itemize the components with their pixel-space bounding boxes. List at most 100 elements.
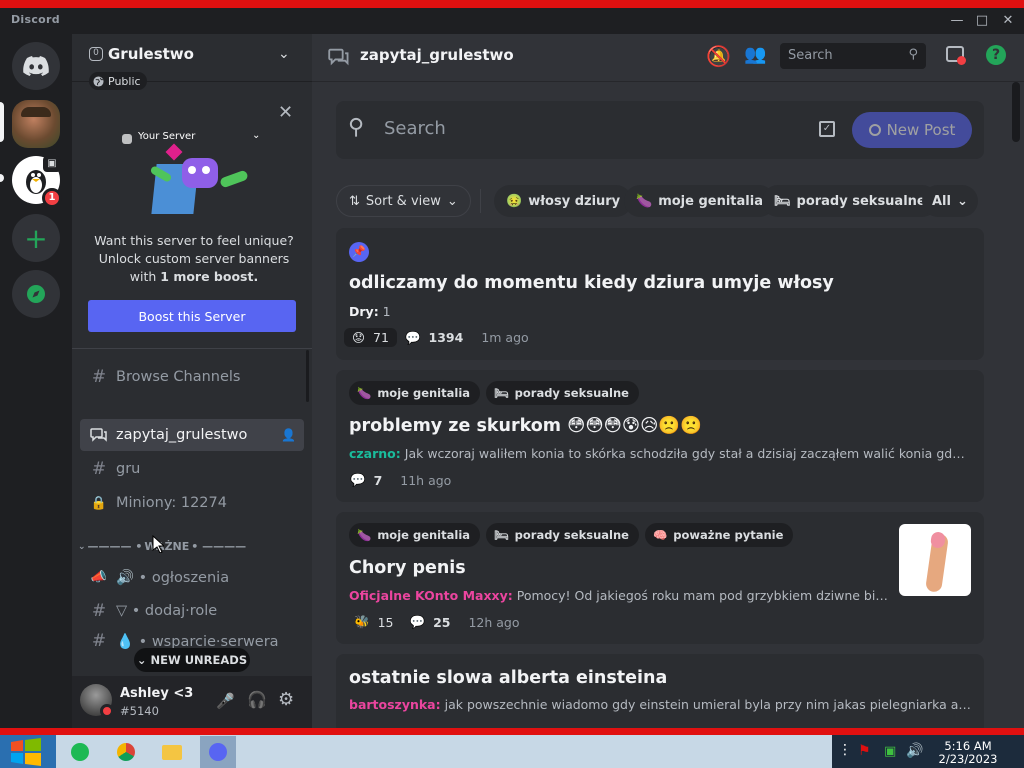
forum-icon <box>90 428 107 442</box>
tag-filter-label: włosy dziury <box>528 193 621 209</box>
forum-post[interactable]: ostatnie slowa alberta einsteina bartosz… <box>336 654 984 734</box>
eggplant-icon: 🍆 <box>636 193 653 209</box>
reaction-count: 15 <box>377 614 394 630</box>
new-post-button[interactable]: New Post <box>852 112 972 148</box>
forum-post[interactable]: 🍆 moje genitalia 🛏 porady seksualne 🧠 poważne… <box>336 512 984 644</box>
close-window-icon[interactable]: ✕ <box>997 12 1019 30</box>
add-member-icon[interactable]: 👤 <box>281 428 296 442</box>
reply-icon: 💬 <box>409 614 426 629</box>
post-thumbnail[interactable] <box>899 524 971 596</box>
tag-label: poważne pytanie <box>673 528 784 542</box>
new-unreads-button[interactable]: ⌄ NEW UNREADS <box>134 648 250 672</box>
chevron-down-icon[interactable]: ⌄ <box>278 46 290 62</box>
channel-gru[interactable]: # gru <box>80 453 304 485</box>
category-decoration: ———— • <box>87 540 143 553</box>
server-icon-grulestwo[interactable] <box>12 100 60 148</box>
sort-label: Sort & view <box>365 193 441 209</box>
post-meta: 🐝 15 💬 25 12h ago <box>354 614 520 630</box>
forum-post[interactable]: 📌 odliczamy do momentu kiedy dziura umyj… <box>336 228 984 360</box>
globe-icon <box>93 75 104 87</box>
post-preview-text: Pomocy! Od jakiegoś roku mam pod grzybki… <box>512 588 889 603</box>
discord-home-button[interactable] <box>12 42 60 90</box>
user-tag: #5140 <box>120 704 159 718</box>
boost-line-3-text: with <box>129 269 161 284</box>
nauseated-face-icon: 🤢 <box>506 193 523 209</box>
checkbox-icon[interactable]: ✓ <box>819 121 835 137</box>
post-time: 12h ago <box>468 614 520 630</box>
channel-title: zapytaj_grulestwo <box>360 46 514 64</box>
announcement-icon: 📣 <box>90 569 108 585</box>
mic-icon[interactable]: 🎤 <box>216 692 235 710</box>
chrome-icon[interactable] <box>108 736 144 768</box>
minimize-icon[interactable]: — <box>946 12 968 30</box>
windows-start-icon[interactable] <box>8 736 44 768</box>
reaction-button[interactable]: 😟 71 <box>344 328 397 347</box>
post-meta: 😟 71 💬 1394 1m ago <box>344 328 529 347</box>
network-icon[interactable]: ▣ <box>884 744 896 759</box>
explore-icon[interactable] <box>12 270 60 318</box>
members-icon[interactable]: 👥 <box>744 44 766 65</box>
post-tag: 🍆 moje genitalia <box>349 381 481 405</box>
leg-illustration <box>219 169 249 189</box>
tag-filter-porady[interactable]: 🛏 porady seksualne <box>762 185 938 217</box>
bed-icon: 🛏 <box>494 528 509 542</box>
reaction-count: 71 <box>373 330 389 345</box>
post-preview: Oficjalne KOnto Maxxy: Pomocy! Od jakieg… <box>349 588 889 603</box>
mute-bell-icon[interactable]: 🔕 <box>706 44 731 68</box>
new-post-label: New Post <box>886 121 956 139</box>
forum-search-bar[interactable]: ⚲ Search ✓ New Post <box>336 101 984 159</box>
tag-label: porady seksualne <box>514 386 629 400</box>
heart-illustration <box>165 143 183 161</box>
category-chevron-icon: ⌄ <box>78 541 86 552</box>
avatar-hat <box>21 107 51 117</box>
header-search-input[interactable]: Search ⚲ <box>780 43 926 69</box>
clock[interactable]: 5:16 AM 2/23/2023 <box>936 740 1000 766</box>
server-name: Grulestwo <box>108 45 194 63</box>
post-preview-text: jak powszechnie wiadomo gdy einstein umi… <box>440 697 971 712</box>
taskbar-strip <box>0 728 1024 735</box>
channel-miniony[interactable]: 🔒 Miniony: 12274 <box>80 487 304 519</box>
channel-ogloszenia[interactable]: 📣 🔊 • ogłoszenia <box>80 561 304 593</box>
main-scrollbar[interactable] <box>1012 82 1020 142</box>
flag-icon[interactable]: ⚑ <box>858 743 871 759</box>
tag-filter-label: moje genitalia <box>658 193 763 209</box>
maximize-icon[interactable]: □ <box>971 12 993 30</box>
channel-sidebar: 0 Grulestwo ⌄ Public ✕ Your Server ⌄ Wan… <box>72 34 312 730</box>
browse-hashtag-icon: # <box>91 367 107 387</box>
clock-date: 2/23/2023 <box>938 752 998 766</box>
help-icon[interactable]: ? <box>986 45 1006 65</box>
server-rail: ▣ 1 + <box>0 34 72 730</box>
folder-icon[interactable] <box>154 736 190 768</box>
post-preview: Dry: 1 <box>349 304 391 319</box>
channel-label: Miniony: 12274 <box>116 495 227 511</box>
more-icon[interactable]: ⋮ <box>838 742 852 758</box>
hashtag-icon: # <box>91 459 107 479</box>
new-unreads-label: NEW UNREADS <box>150 653 248 667</box>
channel-dodaj-role[interactable]: # ▽ • dodaj·role <box>80 595 304 627</box>
boost-requirement: 1 more boost. <box>160 269 259 284</box>
post-tag: 🛏 porady seksualne <box>486 381 639 405</box>
post-author: bartoszynka: <box>349 697 441 712</box>
gear-icon[interactable]: ⚙ <box>278 689 294 710</box>
post-tags: 🍆 moje genitalia 🛏 porady seksualne 🧠 poważne… <box>349 523 799 547</box>
boost-level-icon: 0 <box>89 47 103 61</box>
tag-filter-wlosy[interactable]: 🤢 włosy dziury <box>494 185 633 217</box>
boost-server-button[interactable]: Boost this Server <box>88 300 296 332</box>
forum-icon <box>328 48 349 66</box>
volume-icon[interactable]: 🔊 <box>906 743 923 759</box>
forum-post[interactable]: 🍆 moje genitalia 🛏 porady seksualne problem… <box>336 370 984 502</box>
channel-scrollbar[interactable] <box>306 350 309 402</box>
sort-view-button[interactable]: ⇅ Sort & view ⌄ <box>336 185 471 217</box>
tag-filter-genitalia[interactable]: 🍆 moje genitalia <box>624 185 775 217</box>
discord-taskbar-icon[interactable] <box>200 736 236 768</box>
close-icon[interactable]: ✕ <box>278 102 293 123</box>
add-server-icon[interactable]: + <box>12 214 60 262</box>
tag-filter-all[interactable]: All ⌄ <box>922 185 978 217</box>
headphones-icon[interactable]: 🎧 <box>247 690 267 709</box>
channel-label: zapytaj_grulestwo <box>116 427 248 443</box>
browse-channels[interactable]: # Browse Channels <box>80 361 304 393</box>
spotify-icon[interactable] <box>62 736 98 768</box>
channel-zapytaj-grulestwo[interactable]: zapytaj_grulestwo 👤 <box>80 419 304 451</box>
eggplant-icon: 🍆 <box>357 386 372 400</box>
post-meta: 💬 7 11h ago <box>350 472 451 488</box>
